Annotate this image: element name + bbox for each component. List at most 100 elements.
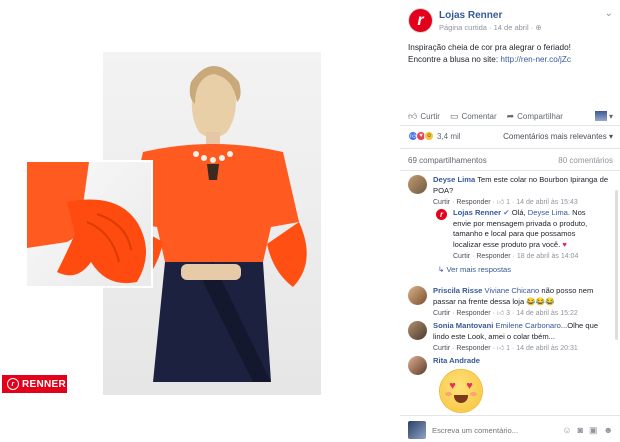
- post-photo[interactable]: r RENNER: [0, 0, 400, 442]
- comment-like-link[interactable]: Curtir: [433, 199, 450, 206]
- comment-like-count: 1: [506, 199, 511, 206]
- page-avatar[interactable]: r: [408, 8, 433, 33]
- post-caption: Inspiração cheia de cor pra alegrar o fe…: [408, 42, 613, 66]
- scrollbar[interactable]: [615, 190, 618, 340]
- comment-button[interactable]: ▭ Comentar: [450, 111, 497, 122]
- comment-mention[interactable]: Emilene Carbonaro: [495, 321, 560, 330]
- commenter-name[interactable]: Rita Andrade: [433, 356, 480, 365]
- thumbs-up-icon: 👍︎: [496, 199, 505, 206]
- globe-icon: ⊕: [535, 23, 542, 32]
- comment-composer: ☺ ◙ ▣ ☻: [408, 420, 613, 440]
- wow-reaction-icon[interactable]: o: [424, 131, 434, 141]
- comment-label: Comentar: [461, 111, 497, 121]
- reply-mention[interactable]: Deyse Lima: [528, 208, 568, 217]
- avatar[interactable]: [408, 356, 427, 375]
- renner-logo-text: RENNER: [22, 378, 67, 390]
- comment-mention[interactable]: Viviane Chicano: [485, 286, 540, 295]
- page-name-link[interactable]: Lojas Renner: [439, 10, 502, 21]
- caption-line-1: Inspiração cheia de cor pra alegrar o fe…: [408, 43, 571, 52]
- divider: [400, 148, 620, 149]
- comment-reply-link[interactable]: Responder: [456, 345, 490, 352]
- share-label: Compartilhar: [517, 111, 563, 121]
- reply-arrow-icon: ↳: [438, 265, 445, 274]
- heart-eyes-emoji-icon: ♥ ♥: [440, 370, 482, 412]
- post-as-selector[interactable]: ▾: [594, 111, 613, 121]
- thumbs-up-icon: 👍︎: [496, 310, 505, 317]
- reply-reply-link[interactable]: Responder: [476, 253, 510, 260]
- heart-eye-icon: ♥: [466, 380, 473, 392]
- reply-timestamp[interactable]: 18 de abril às 14:04: [517, 253, 579, 260]
- page-reply-avatar[interactable]: r: [435, 208, 448, 221]
- comment-sort-dropdown[interactable]: Comentários mais relevantes ▾: [503, 132, 613, 141]
- reply-greeting: Olá,: [511, 208, 528, 217]
- reply-meta: Curtir · Responder · 18 de abril às 14:0…: [453, 253, 579, 260]
- sleeve-detail-illustration: [27, 162, 146, 284]
- comment-timestamp[interactable]: 14 de abril às 15:22: [516, 310, 578, 317]
- emoji-icon[interactable]: ☺: [562, 425, 571, 436]
- shares-count[interactable]: 69 compartilhamentos: [408, 156, 487, 165]
- share-button[interactable]: ➦ Compartilhar: [507, 111, 563, 122]
- comment-like-link[interactable]: Curtir: [433, 310, 450, 317]
- avatar[interactable]: [408, 175, 427, 194]
- comment-like-link[interactable]: Curtir: [433, 345, 450, 352]
- comment-body: Priscila Risse Viviane Chicano não posso…: [433, 286, 613, 320]
- page-thumbnail-icon: [594, 111, 607, 121]
- comment-meta: Curtir · Responder · 👍︎ 3 · 14 de abril …: [433, 310, 578, 317]
- thumbs-up-icon: 👍︎: [496, 345, 505, 352]
- post-options-chevron-icon[interactable]: ⌄: [605, 8, 613, 19]
- avatar[interactable]: [408, 286, 427, 305]
- post-sidebar: r Lojas Renner Página curtida · 14 de ab…: [400, 0, 620, 442]
- heart-emoji-icon: ♥: [562, 239, 567, 249]
- comment-meta: Curtir · Responder · 👍︎ 1 · 14 de abril …: [433, 199, 578, 206]
- comment-body: Deyse Lima Tem este colar no Bourbon Ipi…: [433, 175, 613, 209]
- more-replies-link[interactable]: ↳ Ver mais respostas: [438, 265, 511, 274]
- more-replies-label: Ver mais respostas: [446, 265, 512, 274]
- post-meta-text: Página curtida · 14 de abril ·: [439, 23, 534, 32]
- thumbs-up-icon: 👍︎: [408, 110, 418, 121]
- renner-logo: r RENNER: [2, 375, 67, 393]
- caption-prefix: Encontre a blusa no site:: [408, 55, 501, 64]
- commenter-name[interactable]: Sonia Mantovani: [433, 321, 493, 330]
- speech-bubble-icon: ▭: [449, 110, 459, 121]
- sleeve-detail-inset: [25, 160, 153, 288]
- product-link[interactable]: http://ren-ner.co/jZc: [500, 55, 571, 64]
- post-actions: 👍︎ Curtir ▭ Comentar ➦ Compartilhar ▾: [408, 107, 613, 125]
- comment-body: Sonia Mantovani Emilene Carbonaro...Olhe…: [433, 321, 613, 355]
- comment-reply-link[interactable]: Responder: [456, 310, 490, 317]
- engagement-counts: 69 compartilhamentos 80 comentários: [408, 156, 613, 165]
- comments-count[interactable]: 80 comentários: [558, 156, 613, 165]
- gif-icon[interactable]: ▣: [589, 425, 598, 436]
- share-arrow-icon: ➦: [506, 110, 515, 121]
- caption-line-2: Encontre a blusa no site: http://ren-ner…: [408, 54, 613, 66]
- divider: [400, 170, 620, 171]
- comment-timestamp[interactable]: 14 de abril às 20:31: [516, 345, 578, 352]
- reply-like-link[interactable]: Curtir: [453, 253, 470, 260]
- camera-icon[interactable]: ◙: [578, 425, 583, 436]
- caret-down-icon: ▾: [608, 111, 613, 121]
- avatar[interactable]: [408, 321, 427, 340]
- divider: [400, 415, 620, 416]
- renner-mark-icon: r: [7, 378, 19, 390]
- reply-body: Lojas Renner ✔ Olá, Deyse Lima. Nos envi…: [453, 208, 605, 263]
- sticker-icon[interactable]: ☻: [604, 425, 613, 436]
- like-button[interactable]: 👍︎ Curtir: [408, 111, 440, 122]
- reaction-count[interactable]: 3,4 mil: [437, 132, 461, 141]
- comment-reply-link[interactable]: Responder: [456, 199, 490, 206]
- post-meta: Página curtida · 14 de abril · ⊕: [439, 23, 542, 32]
- comment-input[interactable]: [432, 425, 536, 435]
- comment-meta: Curtir · Responder · 👍︎ 1 · 14 de abril …: [433, 345, 578, 352]
- comment-like-count: 3: [506, 310, 511, 317]
- composer-tools: ☺ ◙ ▣ ☻: [562, 425, 613, 436]
- heart-eye-icon: ♥: [449, 380, 456, 392]
- reply-author[interactable]: Lojas Renner: [453, 208, 501, 217]
- like-label: Curtir: [420, 111, 440, 121]
- comment-body: Rita Andrade: [433, 356, 613, 367]
- laughing-emojis: 😂😂😂: [526, 296, 555, 306]
- commenter-name[interactable]: Priscila Risse: [433, 286, 482, 295]
- post-header: r Lojas Renner Página curtida · 14 de ab…: [408, 8, 613, 38]
- comment-timestamp[interactable]: 14 de abril às 15:43: [516, 199, 578, 206]
- commenter-name[interactable]: Deyse Lima: [433, 175, 475, 184]
- verified-check-icon: ✔: [503, 208, 510, 217]
- avatar: [408, 421, 426, 439]
- reactions-summary: 👍︎ ♥ o 3,4 mil Comentários mais relevant…: [408, 131, 613, 141]
